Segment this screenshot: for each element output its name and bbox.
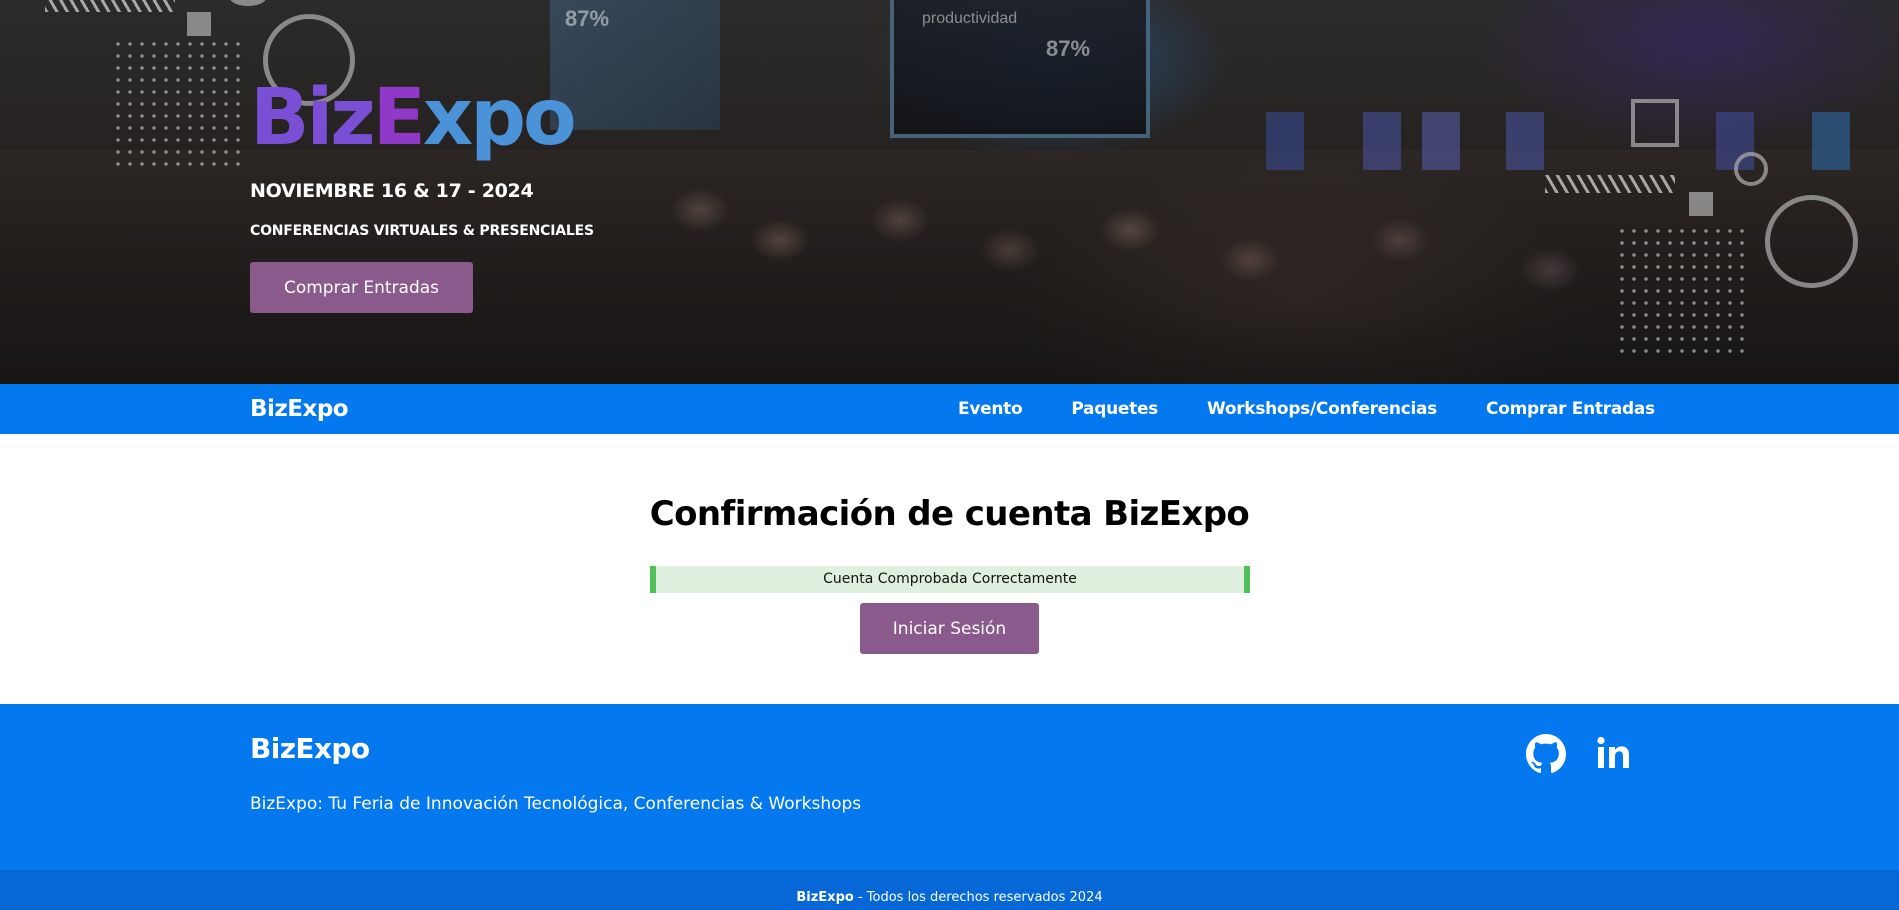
hero-background-banner — [1422, 112, 1460, 170]
hero-logo-part: xpo — [422, 73, 577, 163]
github-icon — [1526, 734, 1566, 774]
decor-circle-small — [1734, 152, 1768, 186]
hero-background-banner — [1363, 112, 1401, 170]
hero-logo-part: E — [372, 73, 426, 163]
decor-circle-partial — [230, 0, 266, 6]
footer-tagline: BizExpo: Tu Feria de Innovación Tecnológ… — [250, 794, 862, 814]
nav-link-paquetes[interactable]: Paquetes — [1071, 384, 1158, 434]
decor-square — [1689, 192, 1713, 216]
event-date: NOVIEMBRE 16 & 17 - 2024 — [250, 180, 534, 202]
decor-square — [187, 12, 211, 36]
main-content: Confirmación de cuenta BizExpo Cuenta Co… — [0, 434, 1899, 704]
copyright-text: - Todos los derechos reservados 2024 — [853, 890, 1103, 905]
hero-section: 87% productividad 87% BizExpo NOVIEMBRE … — [0, 0, 1899, 384]
nav-link-comprar-entradas[interactable]: Comprar Entradas — [1486, 384, 1655, 434]
decor-dot-grid — [112, 38, 242, 170]
linkedin-link[interactable] — [1594, 734, 1634, 774]
decor-stripes — [1545, 175, 1675, 193]
hero-background-banner — [1266, 112, 1304, 170]
decor-square-outline — [1631, 99, 1679, 147]
nav-link-workshops[interactable]: Workshops/Conferencias — [1207, 384, 1437, 434]
login-button[interactable]: Iniciar Sesión — [860, 603, 1039, 654]
page-title: Confirmación de cuenta BizExpo — [649, 494, 1250, 534]
hero-screen-heading: productividad — [922, 10, 1018, 27]
decor-dot-grid — [1616, 225, 1748, 353]
linkedin-icon — [1594, 734, 1634, 774]
decor-circle — [1765, 195, 1858, 288]
hero-screen-stat-center: 87% — [1046, 36, 1091, 61]
hero-logo: BizExpo — [250, 68, 577, 168]
buy-tickets-button[interactable]: Comprar Entradas — [250, 262, 473, 313]
copyright-brand: BizExpo — [796, 890, 854, 905]
hero-background-banner — [1506, 112, 1544, 170]
nav-link-evento[interactable]: Evento — [958, 384, 1023, 434]
success-alert: Cuenta Comprobada Correctamente — [650, 566, 1250, 593]
hero-logo-part: Biz — [250, 73, 376, 163]
nav-brand-logo[interactable]: BizExpo — [250, 384, 349, 434]
hero-screen-stat-left: 87% — [565, 6, 610, 31]
decor-stripes — [45, 0, 175, 12]
hero-background-banner — [1812, 112, 1850, 170]
main-navbar: BizExpo Evento Paquetes Workshops/Confer… — [0, 384, 1899, 434]
copyright-bar: BizExpo - Todos los derechos reservados … — [0, 870, 1899, 910]
nav-links: Evento Paquetes Workshops/Conferencias C… — [958, 384, 1704, 434]
footer: BizExpo BizExpo: Tu Feria de Innovación … — [0, 704, 1899, 870]
footer-brand-logo: BizExpo — [250, 732, 370, 765]
github-link[interactable] — [1526, 734, 1566, 774]
event-subtitle: CONFERENCIAS VIRTUALES & PRESENCIALES — [250, 223, 594, 239]
